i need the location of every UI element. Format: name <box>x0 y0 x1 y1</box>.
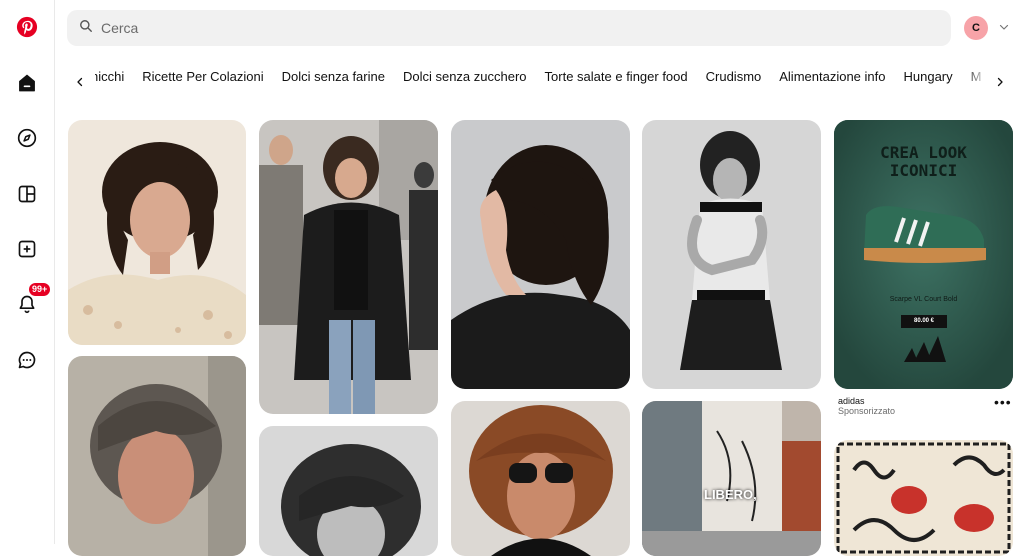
notifications-bell-icon[interactable]: 99+ <box>9 282 52 322</box>
pin-folk-art-textile[interactable] <box>834 440 1013 556</box>
search-icon <box>79 19 93 38</box>
category-chip[interactable]: hicchi <box>95 62 124 92</box>
messages-icon[interactable] <box>9 342 45 378</box>
pin-overlay-text: LIBERO, <box>704 487 757 502</box>
account-chevron-down-icon[interactable] <box>997 20 1011 34</box>
explore-compass-icon[interactable] <box>9 120 45 156</box>
ad-headline-line-2: ICONICI <box>889 161 958 180</box>
ad-headline: CREA LOOK ICONICI <box>834 144 1013 180</box>
boards-icon[interactable] <box>9 176 45 212</box>
chips-scroll-right-icon[interactable] <box>988 70 1012 94</box>
notifications-badge: 99+ <box>28 282 52 297</box>
category-chip[interactable]: Crudismo <box>706 62 762 92</box>
category-chip[interactable]: Dolci senza farine <box>282 62 385 92</box>
home-icon[interactable] <box>9 65 45 101</box>
category-chip[interactable]: Alimentazione info <box>779 62 885 92</box>
chip-row: hicchi Ricette Per Colazioni Dolci senza f… <box>95 62 993 92</box>
category-chip[interactable]: Torte salate e finger food <box>545 62 688 92</box>
top-bar: C <box>55 0 1024 56</box>
category-chips-bar: hicchi Ricette Per Colazioni Dolci senza f… <box>55 62 1024 102</box>
ad-headline-line-1: CREA LOOK <box>880 143 967 162</box>
pin-retro-curls-sunglasses[interactable] <box>451 401 630 556</box>
pin-bw-dress-portrait[interactable] <box>642 120 821 389</box>
pinterest-logo-icon[interactable] <box>9 9 45 45</box>
ad-advertiser[interactable]: adidas <box>838 396 895 406</box>
chips-scroll-left-icon[interactable] <box>68 70 92 94</box>
category-chip[interactable]: Hungary <box>903 62 952 92</box>
pin-bw-shaggy-hair[interactable] <box>259 426 438 556</box>
category-chip[interactable]: Ricette Per Colazioni <box>142 62 263 92</box>
category-chip[interactable]: Dolci senza zucchero <box>403 62 527 92</box>
ad-sponsored-label: Sponsorizzato <box>838 406 896 416</box>
pin-profile-shag-haircut[interactable] <box>451 120 630 389</box>
ad-more-options-icon[interactable]: ••• <box>994 395 1012 409</box>
avatar[interactable]: C <box>964 16 988 40</box>
pin-curly-grey-hair-portrait[interactable] <box>68 356 246 556</box>
ad-price-tag: 80.00 € <box>901 315 947 328</box>
pin-street-style-coat[interactable] <box>259 120 438 414</box>
search-bar[interactable] <box>67 10 951 46</box>
ad-meta: adidas Sponsorizzato <box>838 396 895 416</box>
pin-adidas-ad[interactable]: CREA LOOK ICONICI Scarpe VL Court Bold 8… <box>834 120 1013 389</box>
create-plus-icon[interactable] <box>9 231 45 267</box>
sidebar: 99+ <box>0 0 55 544</box>
ad-product-name: Scarpe VL Court Bold <box>889 296 958 303</box>
search-input[interactable] <box>101 20 901 36</box>
pin-curly-hair-floral-blouse[interactable] <box>68 120 246 345</box>
pin-gym-libero[interactable]: LIBERO, <box>642 401 821 556</box>
